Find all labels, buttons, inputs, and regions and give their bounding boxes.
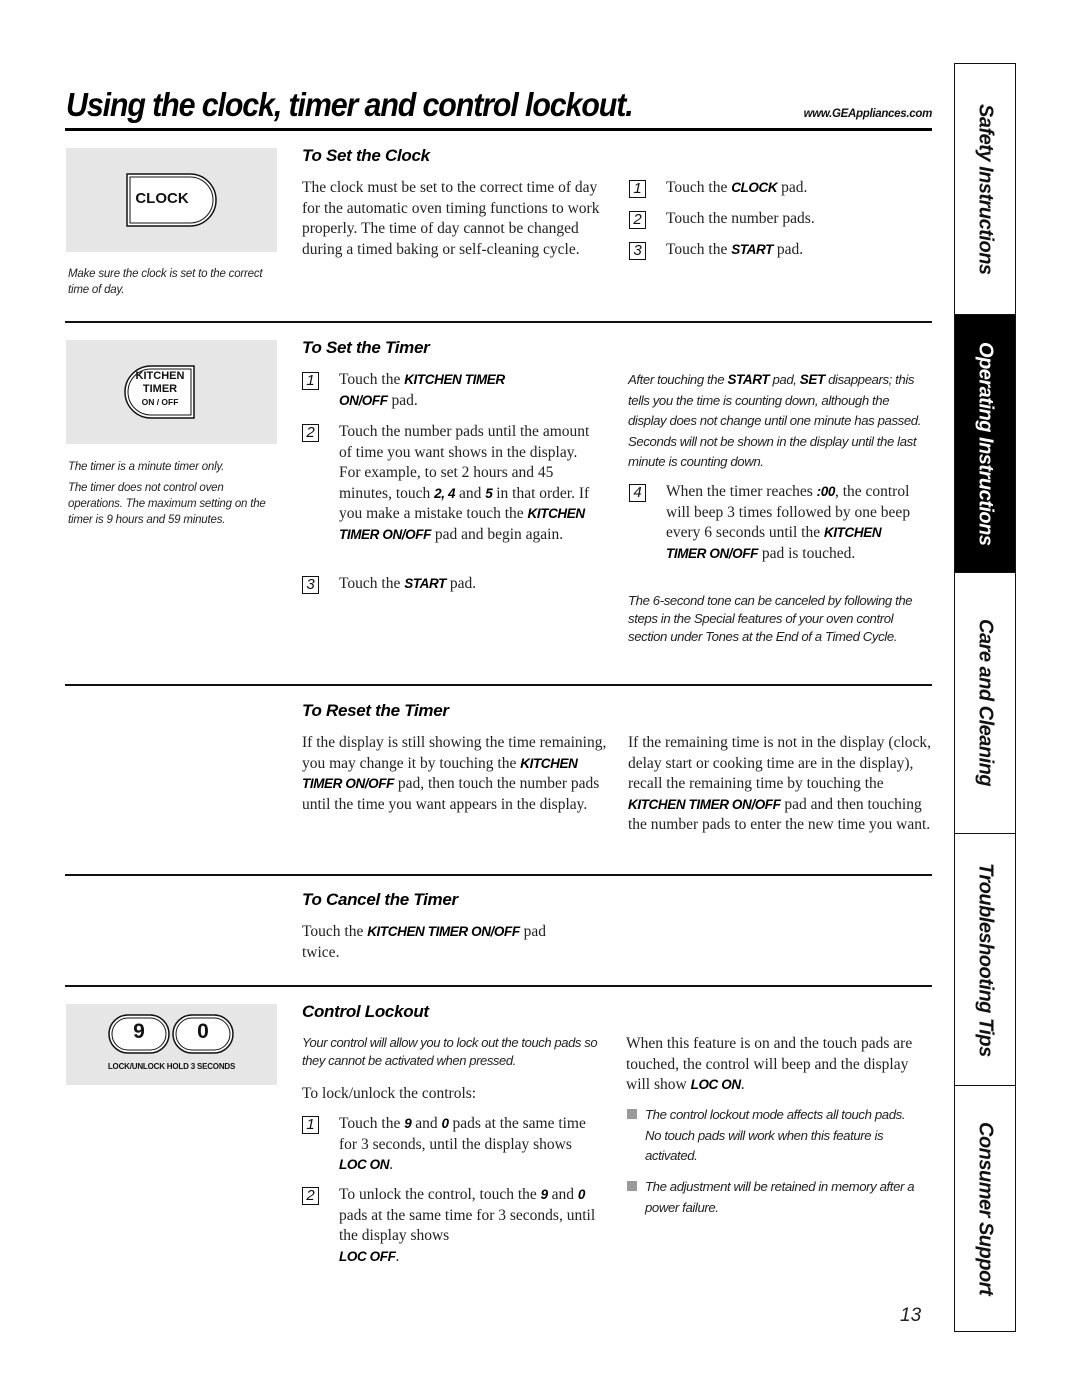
set-timer-heading: To Set the Timer bbox=[302, 338, 430, 357]
lockout-intro: Your control will allow you to lock out … bbox=[302, 1035, 598, 1068]
lockout-step-1: 1 Touch the 9 and 0 pads at the same tim… bbox=[302, 1114, 602, 1176]
cancel-timer-heading: To Cancel the Timer bbox=[302, 890, 458, 909]
website-link[interactable]: www.GEAppliances.com bbox=[790, 108, 933, 120]
control-lockout-heading: Control Lockout bbox=[302, 1002, 429, 1021]
step-number: 3 bbox=[629, 242, 646, 260]
tab-consumer-support[interactable]: Consumer Support bbox=[955, 1086, 1015, 1331]
section-divider bbox=[65, 985, 932, 987]
clock-pad-label: CLOCK bbox=[135, 190, 189, 207]
lock-keypad-icon bbox=[108, 1014, 234, 1054]
section-divider bbox=[65, 684, 932, 686]
header-rule bbox=[65, 128, 932, 131]
reset-timer-left: If the display is still showing the time… bbox=[302, 734, 607, 813]
step-number: 2 bbox=[302, 424, 319, 442]
step-number: 1 bbox=[629, 180, 646, 198]
lockout-bullet-1: The control lockout mode affects all tou… bbox=[627, 1105, 917, 1167]
bullet-square-icon bbox=[627, 1109, 637, 1119]
section-divider bbox=[65, 874, 932, 876]
set-clock-intro: The clock must be set to the correct tim… bbox=[302, 179, 600, 258]
bullet-square-icon bbox=[627, 1181, 637, 1191]
tab-safety-instructions[interactable]: Safety Instructions bbox=[955, 64, 1015, 315]
clock-step-1: 1 Touch the CLOCK pad. bbox=[629, 178, 929, 200]
reset-timer-right: If the remaining time is not in the disp… bbox=[628, 734, 932, 833]
pad-0: 0 bbox=[197, 1020, 209, 1043]
page-title: Using the clock, timer and control locko… bbox=[66, 86, 634, 123]
timer-caption-2: The timer does not control oven operatio… bbox=[68, 482, 266, 526]
tab-troubleshooting-tips[interactable]: Troubleshooting Tips bbox=[955, 834, 1015, 1086]
timer-caption-1: The timer is a minute timer only. bbox=[68, 461, 225, 473]
timer-step-2: 2 Touch the number pads until the amount… bbox=[302, 422, 602, 572]
clock-caption: Make sure the clock is set to the correc… bbox=[68, 268, 263, 296]
section-tabs: Safety Instructions Operating Instructio… bbox=[954, 63, 1016, 1332]
lockout-pad-caption: LOCK/UNLOCK HOLD 3 SECONDS bbox=[107, 1062, 236, 1071]
step-number: 1 bbox=[302, 372, 319, 390]
lockout-right-text: When this feature is on and the touch pa… bbox=[626, 1035, 913, 1093]
section-divider bbox=[65, 321, 932, 323]
cancel-timer-text: Touch the KITCHEN TIMER ON/OFF pad twice… bbox=[302, 923, 546, 961]
timer-pad-illustration: KITCHEN TIMER ON / OFF bbox=[66, 340, 277, 444]
lockout-pad-illustration: 9 0 LOCK/UNLOCK HOLD 3 SECONDS bbox=[66, 1004, 277, 1085]
timer-step-3: 3 Touch the START pad. bbox=[302, 574, 602, 596]
lockout-step-2: 2 To unlock the control, touch the 9 and… bbox=[302, 1185, 602, 1267]
tab-care-and-cleaning[interactable]: Care and Cleaning bbox=[955, 573, 1015, 834]
page-number: 13 bbox=[900, 1305, 922, 1326]
set-clock-heading: To Set the Clock bbox=[302, 146, 430, 165]
step-number: 2 bbox=[302, 1187, 319, 1205]
clock-pad-illustration: CLOCK bbox=[66, 148, 277, 252]
pad-9: 9 bbox=[133, 1020, 145, 1043]
step-number: 4 bbox=[629, 484, 646, 502]
timer-step-1: 1 Touch the KITCHEN TIMER ON/OFF pad. bbox=[302, 370, 602, 414]
timer-pad-label: KITCHEN TIMER ON / OFF bbox=[135, 370, 185, 407]
timer-tone-note: The 6-second tone can be canceled by fol… bbox=[628, 593, 913, 644]
reset-timer-heading: To Reset the Timer bbox=[302, 701, 449, 720]
step-number: 1 bbox=[302, 1116, 319, 1134]
step-number: 3 bbox=[302, 576, 319, 594]
tab-operating-instructions[interactable]: Operating Instructions bbox=[955, 315, 1015, 573]
timer-step-4: 4 When the timer reaches :00, the contro… bbox=[629, 482, 931, 586]
lockout-lead: To lock/unlock the controls: bbox=[302, 1085, 477, 1102]
clock-step-2: 2 Touch the number pads. bbox=[629, 209, 929, 231]
timer-countdown-note: After touching the START pad, SET disapp… bbox=[628, 372, 921, 469]
clock-step-3: 3 Touch the START pad. bbox=[629, 240, 929, 262]
step-number: 2 bbox=[629, 211, 646, 229]
lockout-bullet-2: The adjustment will be retained in memor… bbox=[627, 1177, 917, 1219]
